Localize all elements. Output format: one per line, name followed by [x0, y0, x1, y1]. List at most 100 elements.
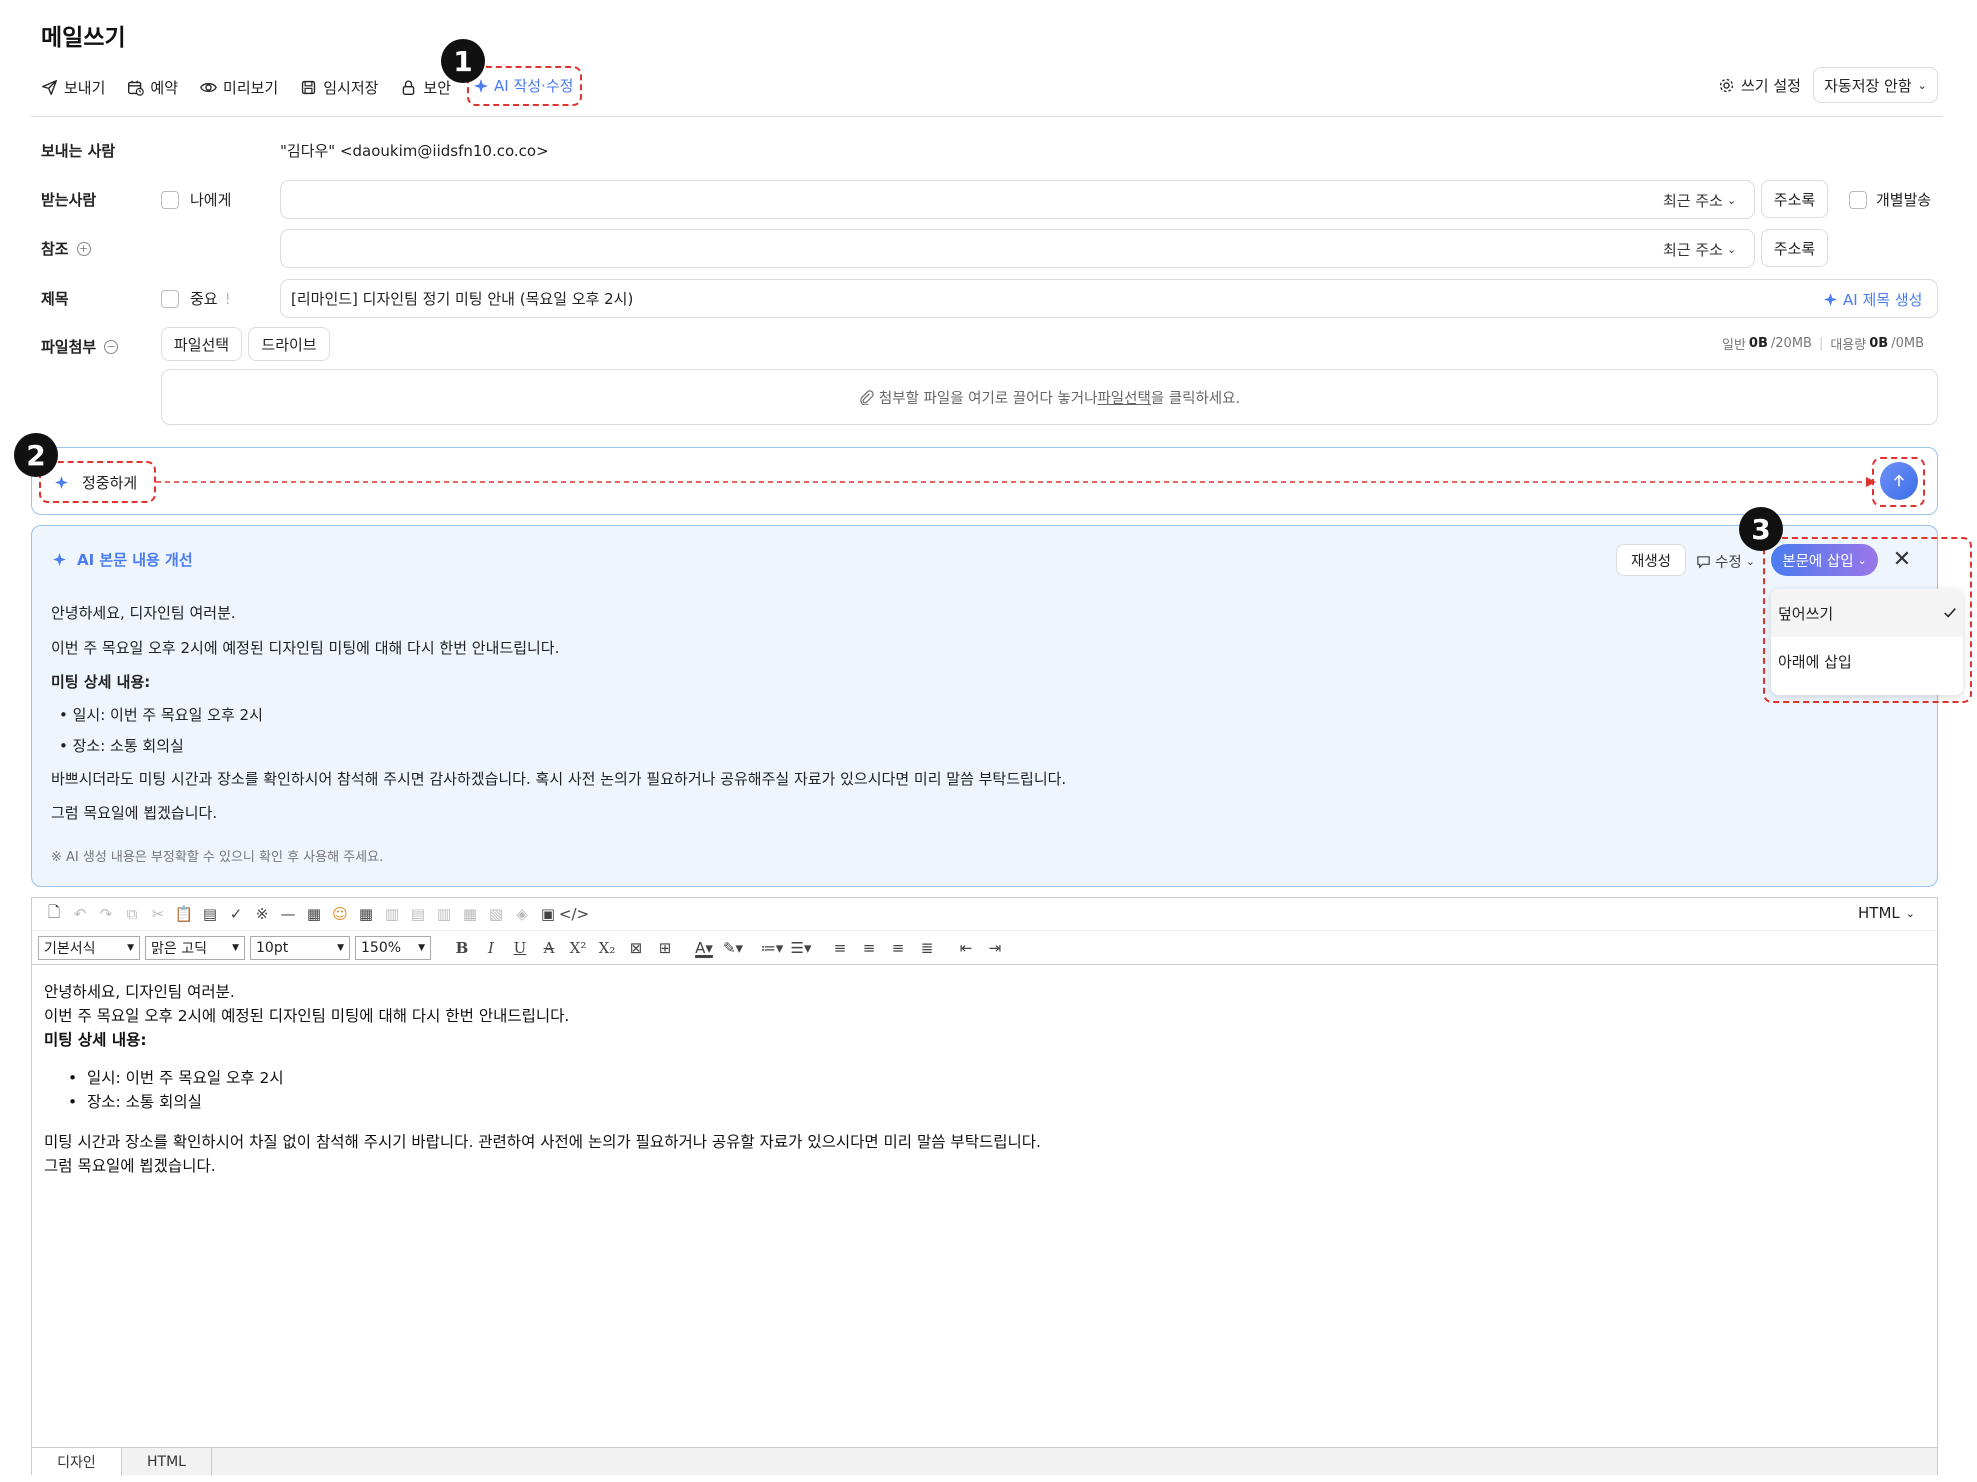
- cc-label-group: 참조 +: [41, 238, 91, 259]
- cc-address-book-button[interactable]: 주소록: [1761, 229, 1828, 267]
- align-left-icon[interactable]: ≡: [828, 936, 852, 960]
- insert-into-body-button[interactable]: 본문에 삽입 ⌄: [1771, 544, 1878, 576]
- ai-submit-button[interactable]: [1880, 462, 1918, 500]
- to-me-checkbox[interactable]: 나에게: [161, 189, 231, 210]
- ai-result-content: 안녕하세요, 디자인팀 여러분. 이번 주 목요일 오후 2시에 예정된 디자인…: [51, 596, 1731, 831]
- ai-item-1-text: 일시: 이번 주 목요일 오후 2시: [72, 705, 263, 724]
- regenerate-button[interactable]: 재생성: [1616, 544, 1686, 576]
- drive-button[interactable]: 드라이브: [248, 327, 330, 361]
- indent-icon[interactable]: ⇥: [983, 936, 1007, 960]
- outdent-icon[interactable]: ⇤: [954, 936, 978, 960]
- undo-icon[interactable]: ↶: [68, 902, 92, 926]
- checkbox[interactable]: [1849, 190, 1867, 209]
- quota-large-label: 대용량: [1830, 338, 1867, 353]
- table-merge-icon[interactable]: ▦: [458, 902, 482, 926]
- table-row-icon[interactable]: ▤: [406, 902, 430, 926]
- close-icon[interactable]: ✕: [1890, 544, 1914, 574]
- ai-write-button[interactable]: AI 작성·수정: [474, 75, 573, 96]
- ai-subject-label: AI 제목 생성: [1843, 291, 1923, 309]
- cc-recent-address-dropdown[interactable]: 최근 주소 ⌄: [1663, 239, 1736, 260]
- subscript-icon[interactable]: X₂: [595, 936, 619, 960]
- format-painter-icon[interactable]: ⊞: [653, 936, 677, 960]
- save-draft-button[interactable]: 임시저장: [300, 77, 378, 98]
- gear-icon: [1719, 78, 1734, 93]
- align-justify-icon[interactable]: ≣: [915, 936, 939, 960]
- underline-icon[interactable]: U: [508, 936, 532, 960]
- checkbox[interactable]: [161, 289, 179, 308]
- align-center-icon[interactable]: ≡: [857, 936, 881, 960]
- important-checkbox[interactable]: 중요 !: [161, 288, 231, 309]
- to-recent-address-dropdown[interactable]: 최근 주소 ⌄: [1663, 190, 1736, 211]
- redo-icon[interactable]: ↷: [94, 902, 118, 926]
- editor-mode-dropdown[interactable]: HTML ⌄: [1858, 904, 1915, 922]
- tab-html[interactable]: HTML: [122, 1447, 212, 1476]
- file-drop-zone[interactable]: 첨부할 파일을 여기로 끌어다 놓거나 파일선택 을 클릭하세요.: [161, 369, 1938, 425]
- special-char-icon[interactable]: ※: [250, 902, 274, 926]
- editor-body[interactable]: 안녕하세요, 디자인팀 여러분. 이번 주 목요일 오후 2시에 예정된 디자인…: [44, 980, 1924, 1178]
- font-color-icon[interactable]: A▾: [692, 936, 716, 960]
- superscript-icon[interactable]: X²: [566, 936, 590, 960]
- align-right-icon[interactable]: ≡: [886, 936, 910, 960]
- spellcheck-icon[interactable]: ✓: [224, 902, 248, 926]
- line-height-select[interactable]: 150% ▼: [355, 935, 431, 960]
- date-icon[interactable]: ▦: [302, 902, 326, 926]
- chevron-down-icon: ⌄: [1745, 555, 1755, 568]
- bold-icon[interactable]: B: [450, 936, 474, 960]
- paste-icon[interactable]: 📋: [172, 902, 196, 926]
- copy-icon[interactable]: ⧉: [120, 902, 144, 926]
- write-settings-button[interactable]: 쓰기 설정: [1718, 75, 1801, 96]
- individual-send-checkbox[interactable]: 개별발송: [1849, 189, 1931, 210]
- minus-circle-icon[interactable]: −: [104, 339, 119, 354]
- clear-format-icon[interactable]: ⊠: [624, 936, 648, 960]
- italic-icon[interactable]: I: [479, 936, 503, 960]
- subject-input[interactable]: [리마인드] 디자인팀 정기 미팅 안내 (목요일 오후 2시): [280, 279, 1938, 318]
- emoji-icon[interactable]: ☺: [328, 902, 352, 926]
- body-item-2: • 장소: 소통 회의실: [68, 1093, 202, 1111]
- style-select[interactable]: 기본서식 ▼: [38, 935, 140, 960]
- table-fill-icon[interactable]: ◈: [510, 902, 534, 926]
- font-select-value: 맑은 고딕: [151, 940, 207, 957]
- table-icon[interactable]: ▦: [354, 902, 378, 926]
- font-select[interactable]: 맑은 고딕 ▼: [145, 935, 245, 960]
- body-item-1: • 일시: 이번 주 목요일 오후 2시: [68, 1069, 284, 1087]
- table-col-icon[interactable]: ▥: [432, 902, 456, 926]
- to-input[interactable]: [280, 180, 1755, 219]
- cc-input[interactable]: [280, 229, 1755, 268]
- file-select-button[interactable]: 파일선택: [161, 327, 242, 361]
- size-select[interactable]: 10pt ▼: [250, 935, 350, 960]
- send-button[interactable]: 보내기: [41, 77, 105, 98]
- template-icon[interactable]: ▤: [198, 902, 222, 926]
- subject-label: 제목: [41, 290, 69, 308]
- ordered-list-icon[interactable]: ≔▾: [760, 936, 784, 960]
- table-split-icon[interactable]: ▧: [484, 902, 508, 926]
- menu-item-insert-below[interactable]: 아래에 삽입: [1771, 637, 1963, 685]
- unordered-list-icon[interactable]: ☰▾: [789, 936, 813, 960]
- tab-design[interactable]: 디자인: [32, 1447, 122, 1476]
- new-document-icon[interactable]: 🗋: [42, 902, 66, 926]
- table-cell-icon[interactable]: ▥: [380, 902, 404, 926]
- edit-dropdown[interactable]: 수정 ⌄: [1696, 551, 1755, 572]
- calendar-clock-icon: [128, 80, 145, 96]
- quota-large-total: /0MB: [1891, 336, 1924, 351]
- to-me-label: 나에게: [190, 191, 232, 209]
- horizontal-rule-icon[interactable]: —: [276, 902, 300, 926]
- cut-icon[interactable]: ✂: [146, 902, 170, 926]
- preview-button[interactable]: 미리보기: [200, 77, 278, 98]
- to-address-book-button[interactable]: 주소록: [1761, 180, 1828, 218]
- menu-item-overwrite[interactable]: 덮어쓰기: [1771, 589, 1963, 637]
- checkbox[interactable]: [161, 190, 179, 209]
- autosave-select[interactable]: 자동저장 안함 ⌄: [1813, 67, 1938, 103]
- ai-item-2-text: 장소: 소통 회의실: [72, 736, 184, 755]
- image-icon[interactable]: ▣: [536, 902, 560, 926]
- plus-circle-icon[interactable]: +: [76, 241, 91, 256]
- caret-down-icon: ▼: [127, 942, 134, 953]
- highlight-color-icon[interactable]: ✎▾: [721, 936, 745, 960]
- annotation-badge-1: 1: [441, 39, 485, 83]
- schedule-button[interactable]: 예약: [127, 77, 178, 98]
- tone-chip[interactable]: 정중하게: [39, 461, 156, 503]
- drop-file-select-link[interactable]: 파일선택: [1097, 387, 1150, 408]
- ai-subject-button[interactable]: AI 제목 생성: [1824, 289, 1922, 310]
- strikethrough-icon[interactable]: A: [537, 936, 561, 960]
- security-button[interactable]: 보안: [400, 77, 451, 98]
- source-code-icon[interactable]: </>: [559, 902, 589, 926]
